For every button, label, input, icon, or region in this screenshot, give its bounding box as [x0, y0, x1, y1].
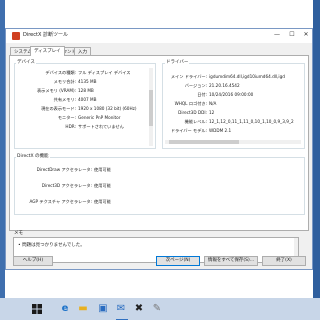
- driver-key: 日付:: [197, 92, 207, 97]
- title-bar[interactable]: DirectX 診断ツール — ☐ ✕: [6, 29, 312, 43]
- notes-item: • 問題は見つかりませんでした。: [18, 243, 85, 248]
- drivers-list: メイン ドライバー: igdumdim64.dll,igd10iumd64.dl…: [163, 66, 301, 138]
- maximize-button[interactable]: ☐: [285, 29, 299, 41]
- minimize-button[interactable]: —: [270, 29, 284, 41]
- device-key: HDR:: [65, 124, 76, 129]
- mail-icon[interactable]: ✉: [114, 302, 128, 316]
- feature-value: 使用可能: [94, 183, 111, 188]
- driver-key: メイン ドライバー:: [170, 74, 207, 79]
- drivers-scrollbar[interactable]: [165, 140, 301, 144]
- driver-key: ドライバー モデル:: [170, 128, 207, 133]
- driver-value: 21.20.16.4542: [209, 83, 240, 88]
- app-icon: [12, 32, 20, 40]
- device-value: 128 MB: [78, 88, 94, 93]
- directx-features-heading: DirectX の機能: [16, 154, 50, 160]
- taskbar: e ▬ ▣ ✉ ✖ ✎: [0, 298, 320, 320]
- feature-value: 使用可能: [94, 199, 111, 204]
- feature-key: AGP テクスチャ アクセラレータ:: [29, 199, 92, 204]
- window-title: DirectX 診断ツール: [23, 32, 68, 38]
- feature-value: 使用可能: [94, 167, 111, 172]
- exit-button[interactable]: 終了(X): [262, 256, 306, 266]
- desktop-background-right: [313, 0, 320, 298]
- device-value: 4135 MB: [78, 79, 97, 84]
- device-value: Generic PnP Monitor: [78, 115, 121, 120]
- device-key: 現在の表示モード:: [41, 106, 76, 111]
- notes-item-text: 問題は見つかりませんでした。: [22, 243, 85, 248]
- driver-key: Direct3D DDI:: [178, 110, 207, 115]
- help-button[interactable]: ヘルプ(H): [13, 256, 53, 266]
- device-key: メモリ合計:: [53, 79, 76, 84]
- device-scrollbar[interactable]: [149, 68, 153, 146]
- edge-icon[interactable]: e: [58, 302, 72, 316]
- driver-value: igdumdim64.dll,igd10iumd64.dll,igd: [209, 74, 285, 79]
- driver-value: WDDM 2.1: [209, 128, 232, 133]
- dxdiag-window: DirectX 診断ツール — ☐ ✕ システム ディスプレイ サウンド 入力 …: [5, 28, 313, 270]
- device-key: モニター:: [57, 115, 76, 120]
- feature-key: DirectDraw アクセラレータ:: [36, 167, 92, 172]
- device-value: サポートされていません: [78, 124, 124, 129]
- tab-display[interactable]: ディスプレイ: [30, 46, 65, 56]
- device-value: 1920 x 1080 (32 bit) (60Hz): [78, 106, 137, 111]
- store-icon[interactable]: ▣: [96, 302, 110, 316]
- driver-key: 機能レベル:: [184, 119, 207, 124]
- device-value: フル ディスプレイ デバイス: [78, 70, 131, 75]
- driver-value: 12: [209, 110, 215, 115]
- device-key: 共有メモリ:: [53, 97, 76, 102]
- feature-key: Direct3D アクセラレータ:: [41, 183, 92, 188]
- device-heading: デバイス: [16, 60, 36, 66]
- driver-key: バージョン:: [184, 83, 207, 88]
- driver-value: 10/24/2016 09:00:00: [209, 92, 254, 97]
- close-button[interactable]: ✕: [299, 29, 313, 41]
- driver-key: WHQL ロゴ付き:: [174, 101, 207, 106]
- device-key: デバイスの種類:: [45, 70, 76, 75]
- file-explorer-icon[interactable]: ▬: [76, 302, 90, 316]
- driver-value: 12_1,12_0,11_1,11_0,10_1,10_0,9_3,9_2: [209, 119, 294, 124]
- device-key: 表示メモリ (VRAM):: [36, 88, 76, 93]
- tab-content: デバイス デバイスの種類: フル ディスプレイ デバイス メモリ合計: 4135…: [9, 55, 309, 231]
- save-all-info-button[interactable]: 情報をすべて保存(S)...: [204, 256, 258, 266]
- start-icon[interactable]: [30, 302, 44, 316]
- device-value: 4007 MB: [78, 97, 97, 102]
- drivers-scrollbar-thumb[interactable]: [169, 140, 239, 144]
- device-scrollbar-thumb[interactable]: [149, 90, 153, 126]
- paint-icon[interactable]: ✎: [150, 302, 164, 316]
- directx-icon[interactable]: ✖: [132, 302, 146, 316]
- driver-value: N/A: [209, 101, 217, 106]
- next-page-button[interactable]: 次ページ(N): [156, 256, 200, 266]
